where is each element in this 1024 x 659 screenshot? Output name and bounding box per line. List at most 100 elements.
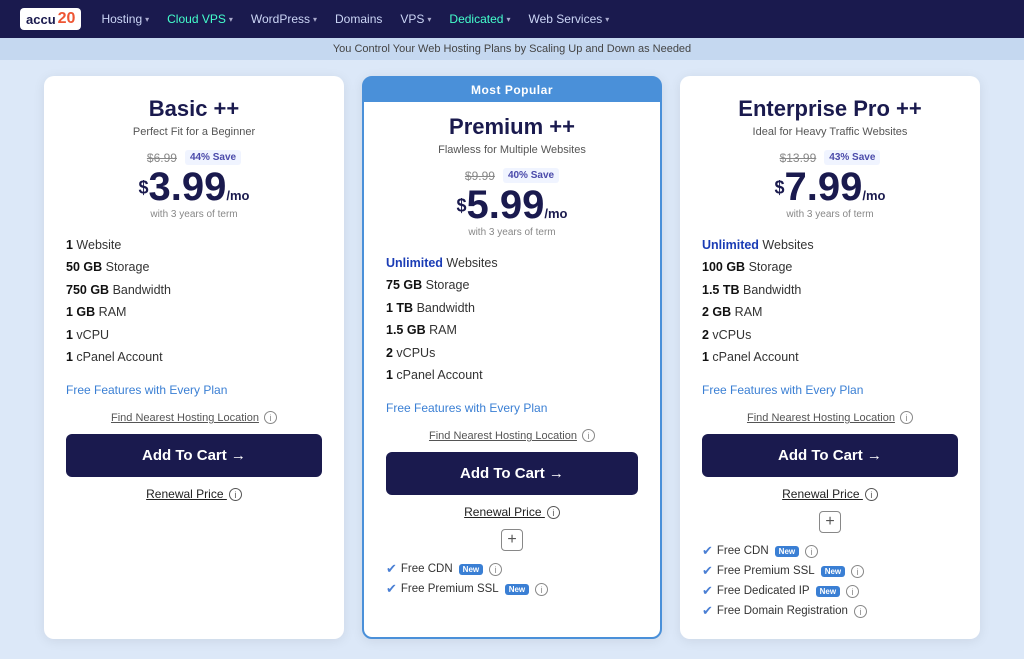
nav-item-wordpress[interactable]: WordPress ▾ (251, 12, 317, 26)
big-price-enterprise: $7.99/mo (702, 167, 958, 207)
extra-enterprise-2: ✔ Free Dedicated IP New i (702, 581, 958, 601)
subtitle-bar: You Control Your Web Hosting Plans by Sc… (0, 38, 1024, 60)
nav-links: Hosting ▾ Cloud VPS ▾ WordPress ▾ Domain… (101, 12, 609, 26)
price-term-enterprise: with 3 years of term (702, 209, 958, 220)
navbar: accu 20 Hosting ▾ Cloud VPS ▾ WordPress … (0, 0, 1024, 38)
info-icon-cdn-premium[interactable]: i (489, 563, 502, 576)
free-features-link-premium[interactable]: Free Features with Every Plan (386, 401, 638, 415)
extra-premium-0: ✔ Free CDN New i (386, 559, 638, 579)
feature-enterprise-2: 1.5 TB Bandwidth (702, 279, 958, 302)
logo-number: 20 (58, 10, 76, 28)
price-term-basic: with 3 years of term (66, 209, 322, 220)
renewal-price-enterprise[interactable]: Renewal Price i (702, 487, 958, 501)
feature-premium-0: Unlimited Websites (386, 252, 638, 275)
original-price-enterprise: $13.99 (780, 151, 817, 165)
feature-enterprise-0: Unlimited Websites (702, 234, 958, 257)
renewal-price-basic[interactable]: Renewal Price i (66, 487, 322, 501)
nav-item-dedicated[interactable]: Dedicated ▾ (449, 12, 510, 26)
plan-title-premium: Premium ++ (386, 114, 638, 140)
features-enterprise: Unlimited Websites 100 GB Storage 1.5 TB… (702, 234, 958, 369)
check-icon-ip: ✔ (702, 583, 713, 599)
plan-subtitle-enterprise: Ideal for Heavy Traffic Websites (702, 126, 958, 138)
original-price-premium: $9.99 (465, 169, 495, 183)
info-icon-hosting-enterprise[interactable]: i (900, 411, 913, 424)
price-row-enterprise: $13.99 43% Save (702, 150, 958, 165)
nav-item-vps[interactable]: VPS ▾ (400, 12, 431, 26)
extras-toggle-premium[interactable]: + (386, 529, 638, 551)
extras-list-premium: ✔ Free CDN New i ✔ Free Premium SSL New … (386, 559, 638, 599)
plan-card-premium: Most Popular Premium ++ Flawless for Mul… (362, 76, 662, 639)
add-to-cart-premium[interactable]: Add To Cart → (386, 452, 638, 495)
price-mo-basic: /mo (226, 188, 249, 203)
feature-basic-2: 750 GB Bandwidth (66, 279, 322, 302)
price-row-premium: $9.99 40% Save (386, 168, 638, 183)
plan-title-basic: Basic ++ (66, 96, 322, 122)
nav-item-hosting[interactable]: Hosting ▾ (101, 12, 149, 26)
info-icon-renewal-premium[interactable]: i (547, 506, 560, 519)
info-icon-renewal-basic[interactable]: i (229, 488, 242, 501)
hosting-location-enterprise: Find Nearest Hosting Location i (702, 411, 958, 424)
feature-premium-5: 1 cPanel Account (386, 365, 638, 388)
feature-premium-1: 75 GB Storage (386, 275, 638, 298)
plan-title-enterprise: Enterprise Pro ++ (702, 96, 958, 122)
info-icon-domain-enterprise[interactable]: i (854, 605, 867, 618)
feature-enterprise-3: 2 GB RAM (702, 302, 958, 325)
popular-badge: Most Popular (364, 78, 660, 102)
save-badge-enterprise: 43% Save (824, 150, 880, 165)
nav-item-domains[interactable]: Domains (335, 12, 382, 26)
hosting-location-premium: Find Nearest Hosting Location i (386, 429, 638, 442)
add-to-cart-basic[interactable]: Add To Cart → (66, 434, 322, 477)
info-icon-hosting-basic[interactable]: i (264, 411, 277, 424)
nav-item-webservices[interactable]: Web Services ▾ (528, 12, 609, 26)
plus-icon-enterprise: + (819, 511, 841, 533)
free-features-link-enterprise[interactable]: Free Features with Every Plan (702, 383, 958, 397)
add-to-cart-enterprise[interactable]: Add To Cart → (702, 434, 958, 477)
feature-basic-5: 1 cPanel Account (66, 347, 322, 370)
extra-enterprise-3: ✔ Free Domain Registration i (702, 601, 958, 621)
price-mo-premium: /mo (544, 206, 567, 221)
save-badge-basic: 44% Save (185, 150, 241, 165)
extra-enterprise-0: ✔ Free CDN New i (702, 541, 958, 561)
price-main-premium: 5.99 (467, 183, 545, 227)
extra-premium-1: ✔ Free Premium SSL New i (386, 579, 638, 599)
check-icon-cdn: ✔ (702, 543, 713, 559)
extra-enterprise-1: ✔ Free Premium SSL New i (702, 561, 958, 581)
check-icon-domain: ✔ (702, 603, 713, 619)
feature-basic-4: 1 vCPU (66, 324, 322, 347)
check-icon-ssl: ✔ (702, 563, 713, 579)
feature-premium-2: 1 TB Bandwidth (386, 297, 638, 320)
info-icon-ssl-premium[interactable]: i (535, 583, 548, 596)
hosting-location-basic: Find Nearest Hosting Location i (66, 411, 322, 424)
logo[interactable]: accu 20 (20, 8, 81, 30)
feature-basic-1: 50 GB Storage (66, 257, 322, 280)
save-badge-premium: 40% Save (503, 168, 559, 183)
price-main-enterprise: 7.99 (785, 165, 863, 209)
free-features-link-basic[interactable]: Free Features with Every Plan (66, 383, 322, 397)
features-basic: 1 Website 50 GB Storage 750 GB Bandwidth… (66, 234, 322, 369)
extras-toggle-enterprise[interactable]: + (702, 511, 958, 533)
big-price-basic: $3.99/mo (66, 167, 322, 207)
check-icon-0: ✔ (386, 561, 397, 577)
nav-item-cloud[interactable]: Cloud VPS ▾ (167, 12, 233, 26)
feature-enterprise-5: 1 cPanel Account (702, 347, 958, 370)
original-price-basic: $6.99 (147, 151, 177, 165)
plan-card-enterprise: Enterprise Pro ++ Ideal for Heavy Traffi… (680, 76, 980, 639)
plus-icon-premium: + (501, 529, 523, 551)
price-mo-enterprise: /mo (862, 188, 885, 203)
info-icon-ip-enterprise[interactable]: i (846, 585, 859, 598)
features-premium: Unlimited Websites 75 GB Storage 1 TB Ba… (386, 252, 638, 387)
renewal-price-premium[interactable]: Renewal Price i (386, 505, 638, 519)
plan-subtitle-basic: Perfect Fit for a Beginner (66, 126, 322, 138)
feature-enterprise-1: 100 GB Storage (702, 257, 958, 280)
feature-basic-3: 1 GB RAM (66, 302, 322, 325)
info-icon-renewal-enterprise[interactable]: i (865, 488, 878, 501)
plan-subtitle-premium: Flawless for Multiple Websites (386, 144, 638, 156)
info-icon-hosting-premium[interactable]: i (582, 429, 595, 442)
price-term-premium: with 3 years of term (386, 227, 638, 238)
logo-text: accu (26, 12, 56, 27)
plan-card-basic: Basic ++ Perfect Fit for a Beginner $6.9… (44, 76, 344, 639)
price-row-basic: $6.99 44% Save (66, 150, 322, 165)
info-icon-ssl-enterprise[interactable]: i (851, 565, 864, 578)
info-icon-cdn-enterprise[interactable]: i (805, 545, 818, 558)
feature-basic-0: 1 Website (66, 234, 322, 257)
